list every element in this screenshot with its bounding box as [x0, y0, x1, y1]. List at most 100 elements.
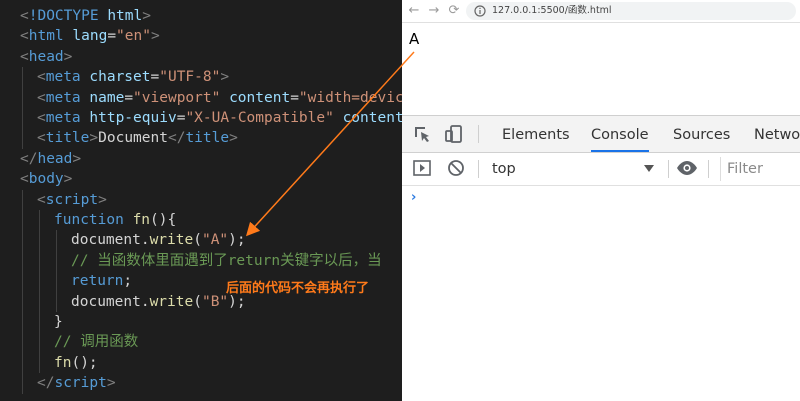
code-token: > — [150, 28, 160, 45]
inspect-element-icon[interactable] — [412, 124, 432, 144]
code-line: <head> — [20, 47, 72, 67]
code-line: </script> — [37, 373, 116, 393]
code-token: > — [72, 150, 82, 167]
indent-guide — [22, 373, 23, 394]
indent-guide — [39, 312, 40, 333]
devtools-panel: Elements Console Sources Network top — [402, 115, 800, 401]
console-output[interactable]: › — [402, 186, 800, 401]
toolbar-divider — [478, 160, 479, 178]
code-token: title — [45, 130, 90, 147]
code-line: document.write("B"); — [71, 292, 246, 312]
code-token: < — [37, 110, 46, 126]
tab-network[interactable]: Network — [754, 116, 800, 152]
indent-guide — [22, 67, 23, 88]
code-token: script — [45, 191, 99, 208]
code-token: content — [342, 110, 402, 126]
code-token: return — [71, 273, 124, 290]
code-token: > — [106, 375, 116, 392]
code-token: document. — [71, 232, 150, 249]
indent-guide — [39, 210, 40, 231]
reload-icon[interactable]: ⟳ — [446, 3, 462, 19]
filter-input[interactable] — [720, 157, 800, 181]
code-token: = — [124, 89, 134, 106]
code-token: < — [20, 48, 29, 65]
tab-sources[interactable]: Sources — [673, 116, 730, 152]
code-token: head — [37, 150, 73, 167]
toolbar-divider — [478, 125, 479, 143]
code-line: document.write("A"); — [71, 230, 246, 250]
code-line: <title>Document</title> — [37, 128, 238, 148]
indent-guide — [39, 352, 40, 374]
indent-guide — [22, 271, 23, 292]
indent-guide — [39, 230, 40, 251]
url-field[interactable]: 127.0.0.1:5500/函数.html — [466, 2, 796, 20]
code-line: fn(); — [54, 353, 98, 373]
indent-guide — [22, 250, 23, 272]
sidebar-toggle-icon[interactable] — [412, 158, 432, 178]
code-token: ( — [193, 232, 202, 249]
code-line: <meta charset="UTF-8"> — [37, 67, 229, 87]
indent-guide — [22, 312, 23, 333]
clear-console-icon[interactable] — [446, 158, 466, 178]
info-icon[interactable] — [474, 5, 486, 17]
indent-guide — [22, 352, 23, 374]
forward-arrow-icon[interactable]: → — [426, 3, 442, 19]
code-token: content — [229, 89, 291, 106]
code-token: (); — [71, 354, 98, 371]
device-toolbar-icon[interactable] — [444, 124, 464, 144]
code-token: "en" — [116, 28, 151, 45]
code-token: ); — [228, 232, 246, 249]
indent-guide — [39, 291, 40, 312]
context-selector-value: top — [492, 161, 516, 177]
code-token: = — [107, 28, 117, 45]
code-line: <meta http-equiv="X-UA-Compatible" conte… — [37, 108, 402, 128]
console-prompt-chevron-icon: › — [411, 190, 417, 205]
code-line: <script> — [37, 190, 107, 210]
code-token: write — [149, 293, 194, 310]
code-token: meta — [45, 69, 90, 86]
page-output-text: A — [409, 30, 420, 48]
console-toolbar: top — [402, 153, 800, 186]
tab-console[interactable]: Console — [591, 116, 649, 152]
code-token: < — [20, 8, 29, 24]
indent-guide — [39, 271, 40, 292]
indent-guide — [22, 210, 23, 231]
code-token: ( — [193, 293, 202, 310]
tab-elements[interactable]: Elements — [502, 116, 570, 152]
code-token: > — [63, 48, 73, 65]
code-token: // 调用函数 — [54, 334, 139, 351]
code-token: function — [54, 212, 133, 228]
code-token: > — [229, 130, 238, 147]
context-selector[interactable]: top — [484, 157, 660, 181]
code-line: return; — [71, 271, 132, 291]
code-line: <html lang="en"> — [20, 26, 160, 46]
code-token: Document — [98, 130, 168, 147]
code-token: script — [54, 375, 107, 392]
indent-guide — [22, 189, 23, 210]
code-token: "width=device- — [298, 89, 402, 106]
code-token: html — [107, 8, 143, 24]
code-token: "B" — [201, 293, 229, 310]
code-line: <body> — [20, 169, 72, 189]
indent-guide — [22, 87, 23, 108]
code-editor[interactable]: <!DOCTYPE html> <html lang="en"> <head> <me… — [0, 0, 402, 401]
code-token: "viewport" — [133, 89, 230, 106]
annotation-text: 后面的代码不会再执行了 — [226, 281, 370, 296]
code-token: title — [185, 130, 230, 147]
code-token: > — [98, 191, 107, 208]
indent-guide — [22, 108, 23, 129]
code-token: } — [54, 314, 63, 330]
code-line: // 调用函数 — [54, 332, 138, 352]
back-arrow-icon[interactable]: ← — [406, 3, 422, 19]
code-token: > — [220, 69, 230, 86]
code-token: </ — [167, 130, 186, 147]
eye-icon[interactable] — [676, 158, 698, 178]
code-line: } — [54, 312, 63, 332]
code-token: (){ — [150, 212, 177, 228]
devtools-tabbar: Elements Console Sources Network — [402, 116, 800, 153]
code-token: = — [150, 69, 160, 86]
code-token: // 当函数体里面遇到了return关键字以后，当 — [71, 252, 382, 269]
indent-guide — [56, 291, 57, 312]
indent-guide — [22, 128, 23, 149]
code-token: < — [37, 89, 46, 106]
